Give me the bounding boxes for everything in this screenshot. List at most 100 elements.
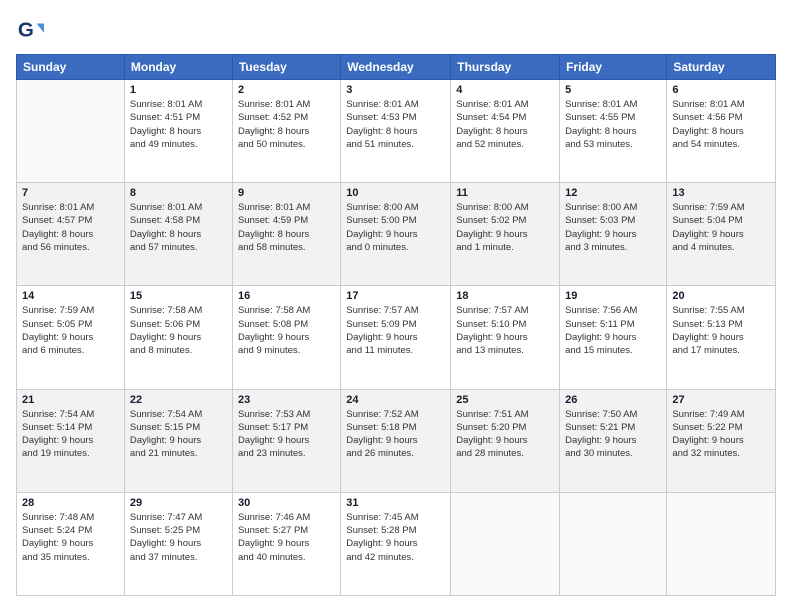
day-info: Sunrise: 8:01 AMSunset: 4:56 PMDaylight:… bbox=[672, 98, 770, 151]
calendar-cell: 3Sunrise: 8:01 AMSunset: 4:53 PMDaylight… bbox=[341, 80, 451, 183]
calendar-cell: 31 Sunrise: 7:45 AMSunset: 5:28 PMDayligh… bbox=[341, 492, 451, 595]
day-number: 28 bbox=[22, 497, 119, 509]
calendar-cell: 8 Sunrise: 8:01 AMSunset: 4:58 PMDaylight… bbox=[124, 183, 232, 286]
calendar-header-cell: Thursday bbox=[451, 55, 560, 80]
day-number: 8 bbox=[130, 187, 227, 199]
day-info: Sunrise: 7:53 AMSunset: 5:17 PMDaylight:… bbox=[238, 408, 335, 461]
calendar-cell: 16Sunrise: 7:58 AMSunset: 5:08 PMDayligh… bbox=[232, 286, 340, 389]
logo: G bbox=[16, 16, 48, 44]
day-info: Sunrise: 8:00 AMSunset: 5:02 PMDaylight:… bbox=[456, 201, 554, 254]
calendar-cell: 14Sunrise: 7:59 AMSunset: 5:05 PMDayligh… bbox=[17, 286, 125, 389]
day-info: Sunrise: 7:45 AMSunset: 5:28 PMDaylight:… bbox=[346, 511, 445, 564]
calendar-cell: 15Sunrise: 7:58 AMSunset: 5:06 PMDayligh… bbox=[124, 286, 232, 389]
day-number: 20 bbox=[672, 290, 770, 302]
day-info: Sunrise: 7:50 AMSunset: 5:21 PMDaylight:… bbox=[565, 408, 661, 461]
day-info: Sunrise: 8:01 AMSunset: 4:59 PMDaylight:… bbox=[238, 201, 335, 254]
day-number: 22 bbox=[130, 394, 227, 406]
day-info: Sunrise: 7:59 AMSunset: 5:04 PMDaylight:… bbox=[672, 201, 770, 254]
day-info: Sunrise: 8:01 AMSunset: 4:55 PMDaylight:… bbox=[565, 98, 661, 151]
calendar-cell: 20 Sunrise: 7:55 AMSunset: 5:13 PMDayligh… bbox=[667, 286, 776, 389]
day-number: 1 bbox=[130, 84, 227, 96]
day-number: 17 bbox=[346, 290, 445, 302]
svg-text:G: G bbox=[18, 19, 34, 42]
day-number: 27 bbox=[672, 394, 770, 406]
day-number: 24 bbox=[346, 394, 445, 406]
calendar-cell: 10Sunrise: 8:00 AMSunset: 5:00 PMDayligh… bbox=[341, 183, 451, 286]
day-info: Sunrise: 7:49 AMSunset: 5:22 PMDaylight:… bbox=[672, 408, 770, 461]
day-number: 25 bbox=[456, 394, 554, 406]
day-number: 26 bbox=[565, 394, 661, 406]
calendar-cell bbox=[667, 492, 776, 595]
day-info: Sunrise: 7:46 AMSunset: 5:27 PMDaylight:… bbox=[238, 511, 335, 564]
day-number: 4 bbox=[456, 84, 554, 96]
calendar-cell: 26 Sunrise: 7:50 AMSunset: 5:21 PMDayligh… bbox=[560, 389, 667, 492]
calendar-week-row: 28 Sunrise: 7:48 AMSunset: 5:24 PMDayligh… bbox=[17, 492, 776, 595]
calendar-week-row: 1 Sunrise: 8:01 AMSunset: 4:51 PMDaylight… bbox=[17, 80, 776, 183]
day-info: Sunrise: 7:58 AMSunset: 5:08 PMDaylight:… bbox=[238, 304, 335, 357]
calendar-cell: 9 Sunrise: 8:01 AMSunset: 4:59 PMDaylight… bbox=[232, 183, 340, 286]
page-header: G bbox=[16, 16, 776, 44]
day-info: Sunrise: 7:54 AMSunset: 5:15 PMDaylight:… bbox=[130, 408, 227, 461]
calendar-cell bbox=[17, 80, 125, 183]
calendar-cell: 2 Sunrise: 8:01 AMSunset: 4:52 PMDaylight… bbox=[232, 80, 340, 183]
calendar-cell: 29 Sunrise: 7:47 AMSunset: 5:25 PMDayligh… bbox=[124, 492, 232, 595]
calendar-cell: 28 Sunrise: 7:48 AMSunset: 5:24 PMDayligh… bbox=[17, 492, 125, 595]
logo-icon: G bbox=[16, 16, 44, 44]
day-number: 23 bbox=[238, 394, 335, 406]
day-number: 7 bbox=[22, 187, 119, 199]
calendar-week-row: 7Sunrise: 8:01 AMSunset: 4:57 PMDaylight… bbox=[17, 183, 776, 286]
calendar-cell: 13 Sunrise: 7:59 AMSunset: 5:04 PMDayligh… bbox=[667, 183, 776, 286]
day-info: Sunrise: 8:01 AMSunset: 4:54 PMDaylight:… bbox=[456, 98, 554, 151]
calendar-header-cell: Saturday bbox=[667, 55, 776, 80]
day-info: Sunrise: 8:01 AMSunset: 4:52 PMDaylight:… bbox=[238, 98, 335, 151]
day-number: 11 bbox=[456, 187, 554, 199]
day-info: Sunrise: 8:00 AMSunset: 5:00 PMDaylight:… bbox=[346, 201, 445, 254]
day-number: 13 bbox=[672, 187, 770, 199]
calendar-week-row: 14Sunrise: 7:59 AMSunset: 5:05 PMDayligh… bbox=[17, 286, 776, 389]
calendar-cell: 5 Sunrise: 8:01 AMSunset: 4:55 PMDaylight… bbox=[560, 80, 667, 183]
day-number: 2 bbox=[238, 84, 335, 96]
day-number: 6 bbox=[672, 84, 770, 96]
calendar-cell: 23 Sunrise: 7:53 AMSunset: 5:17 PMDayligh… bbox=[232, 389, 340, 492]
day-info: Sunrise: 7:47 AMSunset: 5:25 PMDaylight:… bbox=[130, 511, 227, 564]
calendar-header-cell: Sunday bbox=[17, 55, 125, 80]
day-info: Sunrise: 8:01 AMSunset: 4:51 PMDaylight:… bbox=[130, 98, 227, 151]
calendar-header-cell: Monday bbox=[124, 55, 232, 80]
calendar-header-cell: Tuesday bbox=[232, 55, 340, 80]
calendar-cell: 4 Sunrise: 8:01 AMSunset: 4:54 PMDaylight… bbox=[451, 80, 560, 183]
day-info: Sunrise: 8:00 AMSunset: 5:03 PMDaylight:… bbox=[565, 201, 661, 254]
calendar-cell: 19Sunrise: 7:56 AMSunset: 5:11 PMDayligh… bbox=[560, 286, 667, 389]
calendar-cell: 11 Sunrise: 8:00 AMSunset: 5:02 PMDayligh… bbox=[451, 183, 560, 286]
day-info: Sunrise: 7:52 AMSunset: 5:18 PMDaylight:… bbox=[346, 408, 445, 461]
day-number: 18 bbox=[456, 290, 554, 302]
calendar-cell: 30Sunrise: 7:46 AMSunset: 5:27 PMDayligh… bbox=[232, 492, 340, 595]
calendar-header: SundayMondayTuesdayWednesdayThursdayFrid… bbox=[17, 55, 776, 80]
calendar-header-row: SundayMondayTuesdayWednesdayThursdayFrid… bbox=[17, 55, 776, 80]
calendar: SundayMondayTuesdayWednesdayThursdayFrid… bbox=[16, 54, 776, 596]
calendar-cell: 6 Sunrise: 8:01 AMSunset: 4:56 PMDaylight… bbox=[667, 80, 776, 183]
day-number: 9 bbox=[238, 187, 335, 199]
day-info: Sunrise: 7:57 AMSunset: 5:10 PMDaylight:… bbox=[456, 304, 554, 357]
day-info: Sunrise: 7:55 AMSunset: 5:13 PMDaylight:… bbox=[672, 304, 770, 357]
day-info: Sunrise: 8:01 AMSunset: 4:53 PMDaylight:… bbox=[346, 98, 445, 151]
calendar-cell: 18 Sunrise: 7:57 AMSunset: 5:10 PMDayligh… bbox=[451, 286, 560, 389]
calendar-cell: 7Sunrise: 8:01 AMSunset: 4:57 PMDaylight… bbox=[17, 183, 125, 286]
calendar-cell: 17Sunrise: 7:57 AMSunset: 5:09 PMDayligh… bbox=[341, 286, 451, 389]
calendar-cell bbox=[451, 492, 560, 595]
calendar-cell: 22 Sunrise: 7:54 AMSunset: 5:15 PMDayligh… bbox=[124, 389, 232, 492]
calendar-cell: 27 Sunrise: 7:49 AMSunset: 5:22 PMDayligh… bbox=[667, 389, 776, 492]
day-number: 31 bbox=[346, 497, 445, 509]
day-number: 21 bbox=[22, 394, 119, 406]
day-number: 29 bbox=[130, 497, 227, 509]
day-number: 5 bbox=[565, 84, 661, 96]
calendar-cell: 21Sunrise: 7:54 AMSunset: 5:14 PMDayligh… bbox=[17, 389, 125, 492]
calendar-header-cell: Wednesday bbox=[341, 55, 451, 80]
calendar-header-cell: Friday bbox=[560, 55, 667, 80]
day-info: Sunrise: 7:59 AMSunset: 5:05 PMDaylight:… bbox=[22, 304, 119, 357]
calendar-cell bbox=[560, 492, 667, 595]
day-number: 15 bbox=[130, 290, 227, 302]
day-info: Sunrise: 7:48 AMSunset: 5:24 PMDaylight:… bbox=[22, 511, 119, 564]
day-number: 19 bbox=[565, 290, 661, 302]
day-info: Sunrise: 8:01 AMSunset: 4:58 PMDaylight:… bbox=[130, 201, 227, 254]
calendar-body: 1 Sunrise: 8:01 AMSunset: 4:51 PMDaylight… bbox=[17, 80, 776, 596]
